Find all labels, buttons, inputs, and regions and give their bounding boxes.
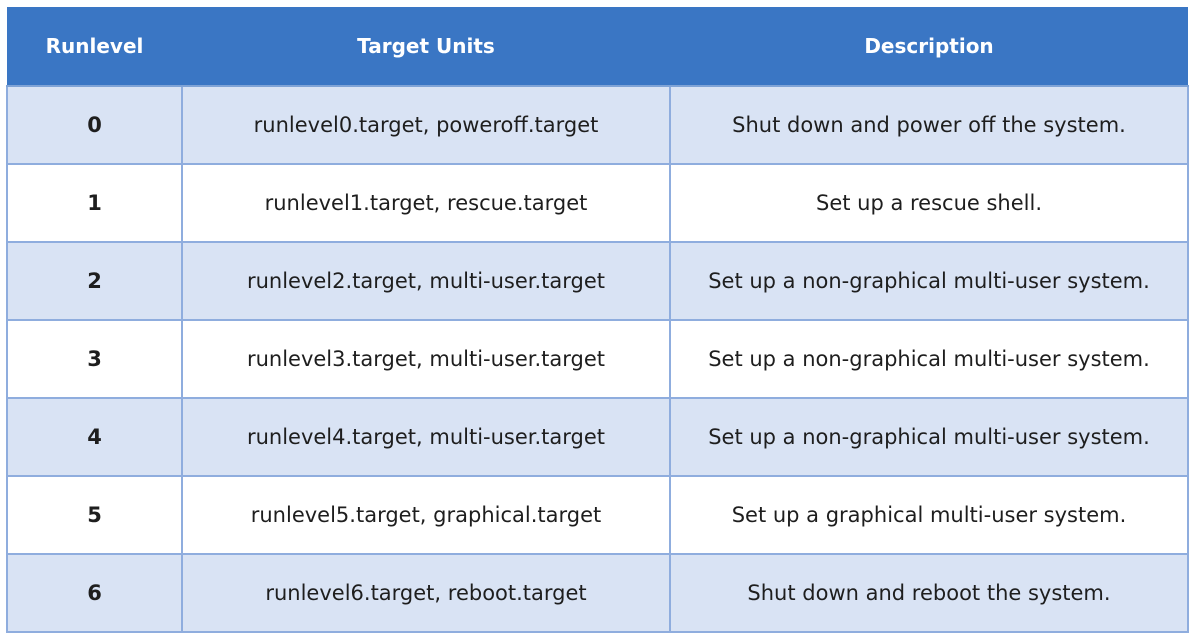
cell-runlevel: 4 [6,398,183,477]
table-row: 6 runlevel6.target, reboot.target Shut d… [6,554,1189,633]
cell-runlevel: 6 [6,554,183,633]
cell-description: Shut down and reboot the system. [669,554,1189,633]
runlevel-table-container: Runlevel Target Units Description 0 runl… [6,7,1189,633]
cell-description: Set up a non-graphical multi-user system… [669,398,1189,477]
cell-runlevel: 5 [6,476,183,555]
cell-runlevel: 2 [6,242,183,321]
cell-runlevel: 0 [6,86,183,165]
cell-target-units: runlevel4.target, multi-user.target [181,398,671,477]
cell-description: Set up a non-graphical multi-user system… [669,320,1189,399]
cell-runlevel: 1 [6,164,183,243]
cell-description: Set up a non-graphical multi-user system… [669,242,1189,321]
column-header-description: Description [670,7,1188,87]
table-row: 4 runlevel4.target, multi-user.target Se… [6,398,1189,477]
column-header-target-units: Target Units [182,7,670,87]
cell-description: Set up a rescue shell. [669,164,1189,243]
table-row: 1 runlevel1.target, rescue.target Set up… [6,164,1189,243]
table-row: 5 runlevel5.target, graphical.target Set… [6,476,1189,555]
cell-target-units: runlevel3.target, multi-user.target [181,320,671,399]
header-row: Runlevel Target Units Description [7,7,1188,87]
cell-target-units: runlevel6.target, reboot.target [181,554,671,633]
table-body: 0 runlevel0.target, poweroff.target Shut… [6,86,1189,633]
cell-target-units: runlevel2.target, multi-user.target [181,242,671,321]
table-row: 2 runlevel2.target, multi-user.target Se… [6,242,1189,321]
runlevel-table: Runlevel Target Units Description 0 runl… [6,7,1189,633]
cell-description: Shut down and power off the system. [669,86,1189,165]
cell-target-units: runlevel1.target, rescue.target [181,164,671,243]
cell-target-units: runlevel5.target, graphical.target [181,476,671,555]
table-row: 3 runlevel3.target, multi-user.target Se… [6,320,1189,399]
cell-target-units: runlevel0.target, poweroff.target [181,86,671,165]
table-header: Runlevel Target Units Description [7,7,1188,87]
cell-description: Set up a graphical multi-user system. [669,476,1189,555]
column-header-runlevel: Runlevel [7,7,182,87]
cell-runlevel: 3 [6,320,183,399]
table-row: 0 runlevel0.target, poweroff.target Shut… [6,86,1189,165]
